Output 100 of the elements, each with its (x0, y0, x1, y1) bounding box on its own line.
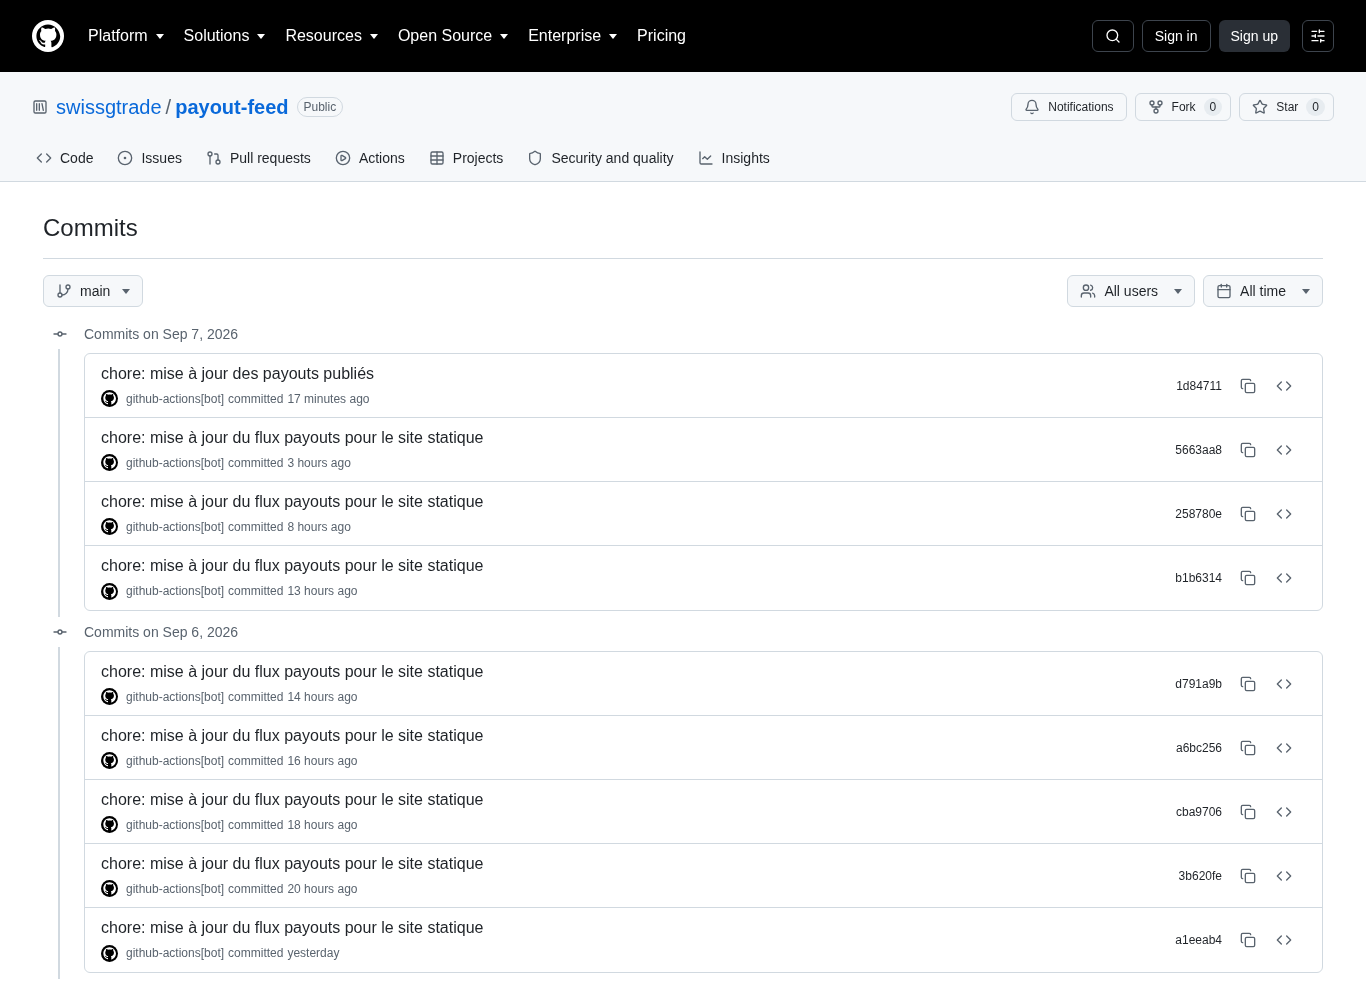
commit-time: 18 hours ago (287, 816, 358, 834)
commit-verb: committed (228, 454, 284, 472)
author-link[interactable]: github-actions[bot] (126, 751, 225, 770)
commit-message-link[interactable]: chore: mise à jour du flux payouts pour le site statique (101, 427, 1176, 448)
insights-icon (697, 150, 714, 166)
code-icon (1276, 570, 1292, 586)
author-link[interactable]: github-actions[bot] (126, 389, 225, 408)
commit-time: 17 minutes ago (287, 390, 370, 408)
octocat-icon (101, 752, 118, 769)
octocat-icon (101, 582, 118, 600)
sign-up-button[interactable]: Sign up (1218, 20, 1290, 52)
octocat-icon (101, 518, 118, 535)
nav-link[interactable]: Resources (285, 24, 378, 48)
commit-message-link[interactable]: chore: mise à jour du flux payouts pour le site statique (101, 725, 1176, 746)
star-icon (1252, 98, 1269, 115)
author-link[interactable]: github-actions[bot] (126, 944, 225, 962)
author-link[interactable]: github-actions[bot] (126, 453, 225, 472)
octocat-icon (32, 20, 64, 52)
octocat-icon (101, 390, 118, 407)
copy-icon (1240, 739, 1256, 756)
repo-tab[interactable]: Security and quality (519, 137, 682, 181)
commit-time: 8 hours ago (287, 518, 351, 536)
commit-sha-link[interactable]: cba9706 (1175, 802, 1222, 821)
caret-icon (1302, 288, 1310, 294)
repo-name-link[interactable]: payout-feed (175, 91, 289, 122)
pulls-icon (205, 150, 222, 166)
people-icon (1080, 283, 1097, 299)
path-separator: / (165, 94, 172, 120)
commit-sha-link[interactable]: 3b620fe (1178, 866, 1222, 885)
commit-sha-link[interactable]: 1d84711 (1176, 376, 1222, 395)
commit-time: 3 hours ago (287, 454, 351, 472)
commit-message-link[interactable]: chore: mise à jour du flux payouts pour le site statique (101, 556, 1176, 576)
nav-link[interactable]: Open Source (397, 24, 509, 48)
octocat-icon (101, 816, 118, 833)
repo-tab[interactable]: Projects (420, 137, 512, 181)
fork-button[interactable]: Fork 0 (1134, 92, 1232, 121)
commit-sha-link[interactable]: a1eeab4 (1175, 931, 1222, 949)
author-link[interactable]: github-actions[bot] (126, 815, 225, 834)
caret-icon (122, 288, 131, 294)
page-title: Commits (43, 182, 1323, 259)
commit-time: 14 hours ago (287, 688, 358, 706)
commit-message-link[interactable]: chore: mise à jour du flux payouts pour le site statique (101, 789, 1176, 810)
nav-link[interactable]: Solutions (183, 24, 266, 48)
calendar-icon (1216, 283, 1233, 299)
nav-link[interactable]: Pricing (637, 24, 686, 48)
branch-button[interactable]: main (43, 275, 144, 307)
author-link[interactable]: github-actions[bot] (126, 517, 225, 536)
issues-icon (117, 150, 134, 166)
branch-icon (56, 283, 72, 299)
code-icon (1276, 932, 1292, 948)
commit-sha-link[interactable]: a6bc256 (1175, 738, 1222, 757)
repo-tab[interactable]: Code (28, 137, 102, 181)
repo-owner-link[interactable]: swissgtrade (56, 91, 162, 122)
security-icon (527, 150, 544, 166)
caret-icon (609, 33, 618, 39)
users-filter-button[interactable]: All users (1067, 275, 1196, 307)
commit-message-link[interactable]: chore: mise à jour du flux payouts pour le site statique (101, 853, 1179, 874)
caret-icon (257, 33, 266, 39)
commit-message-link[interactable]: chore: mise à jour du flux payouts pour le site statique (101, 918, 1176, 938)
commit-sha-link[interactable]: 5663aa8 (1175, 440, 1222, 459)
caret-icon (369, 33, 378, 39)
copy-icon (1240, 441, 1256, 458)
commit-sha-link[interactable]: d791a9b (1175, 674, 1222, 693)
repo-tab[interactable]: Insights (689, 137, 778, 181)
copy-icon (1240, 675, 1256, 692)
repo-tab[interactable]: Issues (109, 137, 190, 181)
notifications-button[interactable]: Notifications (1011, 92, 1127, 121)
commit-verb: committed (228, 816, 284, 834)
copy-icon (1240, 932, 1256, 948)
nav-link[interactable]: Platform (88, 24, 164, 48)
repo-tab[interactable]: Actions (326, 137, 413, 181)
author-link[interactable]: github-actions[bot] (126, 879, 225, 898)
star-count: 0 (1306, 97, 1325, 116)
commit-time: yesterday (287, 945, 340, 962)
repo-tab[interactable]: Pull requests (197, 137, 319, 181)
star-button[interactable]: Star 0 (1239, 92, 1334, 121)
settings-icon (1310, 28, 1326, 44)
commit-message-link[interactable]: chore: mise à jour du flux payouts pour le site statique (101, 661, 1176, 682)
caret-icon (155, 33, 164, 39)
copy-icon (1240, 867, 1256, 884)
settings-button[interactable] (1302, 20, 1334, 52)
fork-count: 0 (1203, 97, 1223, 116)
search-icon (1104, 28, 1121, 44)
caret-icon (1174, 288, 1183, 294)
search-button[interactable] (1091, 20, 1134, 52)
author-link[interactable]: github-actions[bot] (126, 687, 225, 706)
octocat-icon (101, 944, 118, 962)
commit-verb: committed (228, 752, 284, 770)
commit-message-link[interactable]: chore: mise à jour du flux payouts pour le site statique (101, 491, 1176, 512)
code-icon (36, 150, 52, 166)
author-link[interactable]: github-actions[bot] (126, 582, 225, 600)
commit-sha-link[interactable]: b1b6314 (1175, 569, 1222, 587)
sign-in-button[interactable]: Sign in (1141, 20, 1211, 52)
time-filter-button[interactable]: All time (1203, 275, 1323, 307)
commit-verb: committed (228, 518, 284, 536)
commit-time: 16 hours ago (287, 752, 358, 770)
date-heading: Commits on Sep 6, 2026 (84, 622, 239, 642)
commit-message-link[interactable]: chore: mise à jour des payouts publiés (101, 363, 1177, 384)
commit-sha-link[interactable]: 258780e (1175, 504, 1222, 523)
nav-link[interactable]: Enterprise (528, 24, 618, 48)
